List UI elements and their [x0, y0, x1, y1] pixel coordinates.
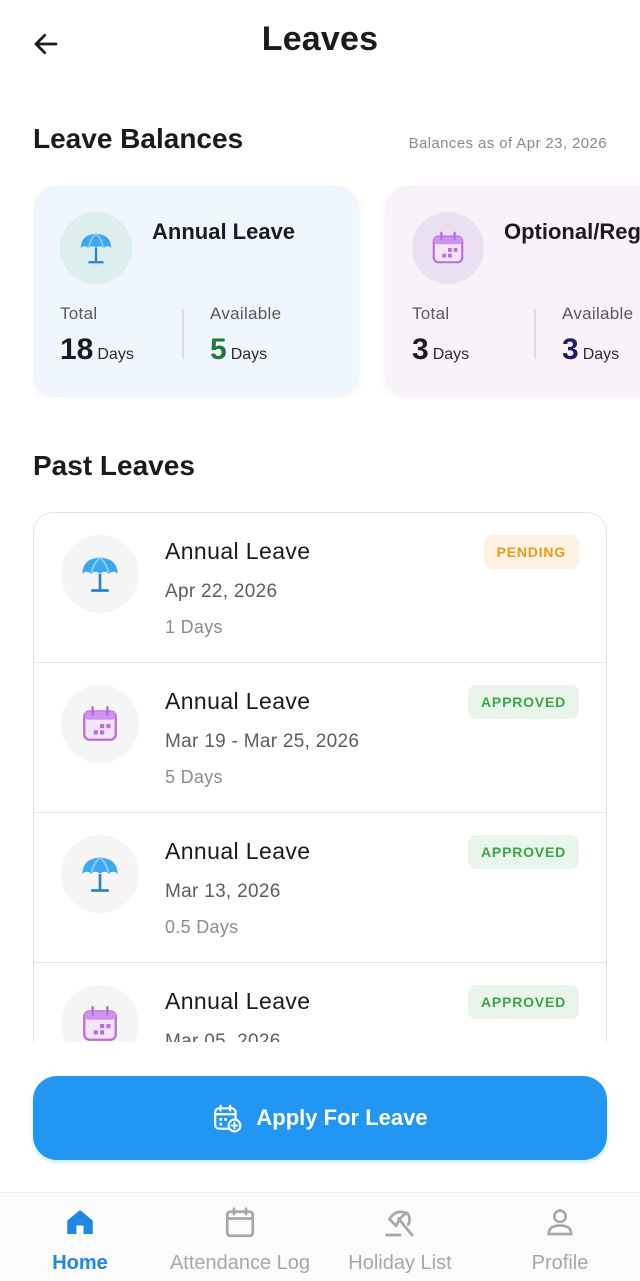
- apply-for-leave-button[interactable]: Apply For Leave: [33, 1076, 607, 1160]
- status-badge: APPROVED: [468, 835, 579, 869]
- balance-card-icon: [412, 212, 484, 284]
- leave-balances-title: Leave Balances: [33, 123, 244, 154]
- leave-type: Annual Leave: [165, 988, 311, 1014]
- page-title: Leaves: [261, 20, 379, 58]
- calendar-add-icon: [214, 1104, 242, 1133]
- nav-label: Home: [52, 1252, 108, 1274]
- balance-card-annual-leave[interactable]: Annual Leave Total Available 18 Days 5 Day…: [33, 185, 359, 397]
- total-value: 3 Days: [412, 333, 469, 367]
- total-unit: Days: [432, 346, 470, 363]
- umbrella-icon: [82, 856, 118, 892]
- status-badge: APPROVED: [468, 685, 579, 719]
- available-label: Available: [210, 304, 282, 323]
- balances-as-of: Balances as of Apr 23, 2026: [408, 135, 607, 152]
- available-value: 3 Days: [562, 333, 619, 367]
- list-item[interactable]: Annual Leave Mar 19 - Mar 25, 2026 5 Day…: [34, 663, 606, 813]
- leave-item-icon: [61, 835, 139, 913]
- leave-item-icon: [61, 685, 139, 763]
- balance-card-name: Annual Leave: [152, 219, 296, 244]
- leaves-screen: Leaves Leave Balances Balances as of Apr…: [0, 0, 640, 1281]
- leave-days: 0.5 Days: [165, 917, 239, 937]
- total-unit: Days: [97, 346, 134, 363]
- calendar-outline-icon: [225, 1207, 255, 1238]
- leave-days: 1 Days: [165, 617, 223, 637]
- calendar-icon: [83, 705, 117, 741]
- available-value: 5 Days: [210, 333, 267, 367]
- nav-item-holiday-list[interactable]: Holiday List: [320, 1193, 480, 1281]
- leave-item-icon: [61, 535, 139, 613]
- umbrella-icon: [80, 233, 112, 264]
- total-value: 18 Days: [60, 333, 134, 367]
- person-icon: [547, 1209, 573, 1236]
- status-badge: PENDING: [483, 535, 579, 569]
- leave-date: Mar 13, 2026: [165, 881, 281, 902]
- nav-item-home[interactable]: Home: [0, 1193, 160, 1281]
- nav-label: Attendance Log: [169, 1252, 311, 1274]
- balance-card-name: Optional/Reg: [504, 219, 640, 244]
- leave-date: Apr 22, 2026: [165, 581, 278, 602]
- beach-umbrella-icon: [385, 1210, 414, 1237]
- leave-date: Mar 05, 2026: [165, 1031, 281, 1042]
- list-item[interactable]: Annual Leave Apr 22, 2026 1 Days PENDING: [34, 513, 606, 663]
- available-unit: Days: [582, 346, 620, 363]
- available-number: 3: [562, 333, 579, 366]
- available-label: Available: [562, 304, 634, 323]
- nav-item-attendance-log[interactable]: Attendance Log: [160, 1193, 320, 1281]
- umbrella-icon: [82, 556, 118, 592]
- nav-item-profile[interactable]: Profile: [480, 1193, 640, 1281]
- bottom-navigation: Home Attendance Log Holiday List Profile: [0, 1192, 640, 1281]
- calendar-icon: [83, 1005, 117, 1041]
- calendar-icon: [432, 231, 464, 264]
- balance-cards-carousel[interactable]: Annual Leave Total Available 18 Days 5 Day…: [33, 185, 640, 397]
- leave-type: Annual Leave: [165, 538, 311, 564]
- leave-type: Annual Leave: [165, 688, 311, 714]
- list-item[interactable]: Annual Leave Mar 05, 2026 APPROVED: [34, 963, 606, 1042]
- available-number: 5: [210, 333, 227, 366]
- total-number: 18: [60, 333, 94, 366]
- leave-type: Annual Leave: [165, 838, 311, 864]
- balance-divider: [182, 309, 184, 359]
- list-item[interactable]: Annual Leave Mar 13, 2026 0.5 Days APPRO…: [34, 813, 606, 963]
- status-badge: APPROVED: [468, 985, 579, 1019]
- total-label: Total: [412, 304, 450, 323]
- total-number: 3: [412, 333, 429, 366]
- past-leaves-list[interactable]: Annual Leave Apr 22, 2026 1 Days PENDING…: [33, 512, 607, 1042]
- app-header: Leaves: [0, 0, 640, 86]
- home-icon: [67, 1209, 93, 1235]
- past-leaves-title: Past Leaves: [33, 450, 195, 481]
- balance-card-icon: [60, 212, 132, 284]
- nav-label: Profile: [531, 1252, 589, 1274]
- balance-card-optional-leave[interactable]: Optional/Reg Total Available 3 Days 3 Days: [385, 185, 640, 397]
- leave-date: Mar 19 - Mar 25, 2026: [165, 731, 360, 752]
- nav-label: Holiday List: [348, 1252, 452, 1274]
- available-unit: Days: [230, 346, 268, 363]
- balance-divider: [534, 309, 536, 359]
- leave-item-icon: [61, 985, 139, 1042]
- leave-days: 5 Days: [165, 767, 223, 787]
- apply-button-label: Apply For Leave: [256, 1105, 428, 1130]
- total-label: Total: [60, 304, 98, 323]
